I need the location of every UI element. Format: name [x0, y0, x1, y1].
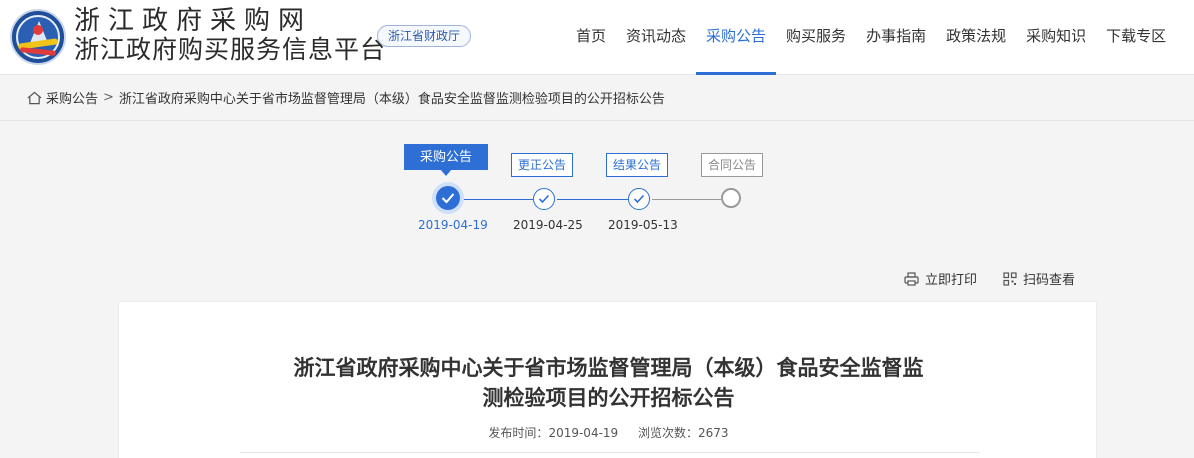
- view-count: 浏览次数：2673: [638, 426, 729, 440]
- dept-badge[interactable]: 浙江省财政厅: [377, 25, 472, 47]
- home-icon: [27, 91, 42, 104]
- nav-item-procurement-notice[interactable]: 采购公告: [696, 0, 777, 75]
- print-button[interactable]: 立即打印: [904, 269, 977, 288]
- article-title-line: 浙江省政府采购中心关于省市场监督管理局（本级）食品安全监督监: [293, 356, 924, 380]
- timeline-node-pending: [721, 188, 741, 208]
- article-meta: 发布时间：2019-04-19 浏览次数：2673: [119, 424, 1098, 441]
- check-icon: [633, 194, 645, 204]
- check-icon: [441, 193, 455, 204]
- site-logo[interactable]: [10, 9, 66, 65]
- logo-sun: [33, 25, 43, 35]
- step-tag-correction-notice[interactable]: 更正公告: [511, 153, 574, 177]
- nav-item-home[interactable]: 首页: [566, 0, 616, 75]
- publish-time: 发布时间：2019-04-19: [488, 426, 618, 440]
- timeline-node-active[interactable]: [432, 182, 464, 214]
- scan-qr-button[interactable]: 扫码查看: [1003, 269, 1075, 288]
- print-label: 立即打印: [925, 273, 978, 288]
- nav-item-guide[interactable]: 办事指南: [856, 0, 936, 75]
- scan-label: 扫码查看: [1023, 273, 1076, 288]
- meta-divider: [240, 452, 980, 453]
- article-title: 浙江省政府采购中心关于省市场监督管理局（本级）食品安全监督监 测检验项目的公开招…: [119, 353, 1098, 413]
- timeline-node-done[interactable]: [628, 188, 650, 210]
- step-tag-procurement-notice[interactable]: 采购公告: [404, 144, 489, 176]
- nav-item-policy[interactable]: 政策法规: [936, 0, 1016, 75]
- nav-item-news[interactable]: 资讯动态: [616, 0, 696, 75]
- nav-item-knowledge[interactable]: 采购知识: [1016, 0, 1096, 75]
- breadcrumb-current: 浙江省政府采购中心关于省市场监督管理局（本级）食品安全监督监测检验项目的公开招标…: [118, 92, 665, 107]
- site-subtitle: 浙江政府购买服务信息平台: [74, 35, 387, 64]
- step-tag-result-notice[interactable]: 结果公告: [606, 153, 669, 177]
- article-title-line: 测检验项目的公开招标公告: [482, 386, 735, 410]
- qr-code-icon: [1003, 271, 1017, 286]
- timeline-connector: [652, 199, 721, 200]
- breadcrumb-root[interactable]: 采购公告: [46, 88, 98, 107]
- article-card: 浙江省政府采购中心关于省市场监督管理局（本级）食品安全监督监 测检验项目的公开招…: [118, 301, 1097, 458]
- site-name: 浙江政府采购网: [74, 6, 313, 36]
- publish-time-value: 2019-04-19: [548, 426, 619, 440]
- breadcrumb-separator: >: [103, 90, 114, 105]
- site-header: 浙江政府采购网 浙江政府购买服务信息平台 浙江省财政厅 首页 资讯动态 采购公告…: [0, 0, 1194, 75]
- nav-item-purchase-services[interactable]: 购买服务: [776, 0, 856, 75]
- breadcrumb: 采购公告 > 浙江省政府采购中心关于省市场监督管理局（本级）食品安全监督监测检验…: [27, 88, 665, 107]
- step-date: 2019-04-25: [513, 218, 583, 232]
- timeline-node-done[interactable]: [533, 188, 555, 210]
- timeline-connector: [464, 199, 533, 200]
- header-divider: [0, 120, 1194, 121]
- publish-time-label: 发布时间：: [488, 426, 549, 440]
- timeline-connector: [557, 199, 628, 200]
- check-icon: [538, 194, 550, 204]
- step-date: 2019-04-19: [418, 218, 488, 232]
- nav-item-downloads[interactable]: 下载专区: [1096, 0, 1176, 75]
- view-count-label: 浏览次数：: [638, 426, 699, 440]
- main-nav: 首页 资讯动态 采购公告 购买服务 办事指南 政策法规 采购知识 下载专区: [566, 0, 1176, 75]
- view-count-value: 2673: [698, 426, 729, 440]
- step-tag-contract-notice: 合同公告: [701, 153, 764, 177]
- step-date: 2019-05-13: [608, 218, 678, 232]
- printer-icon: [904, 271, 919, 286]
